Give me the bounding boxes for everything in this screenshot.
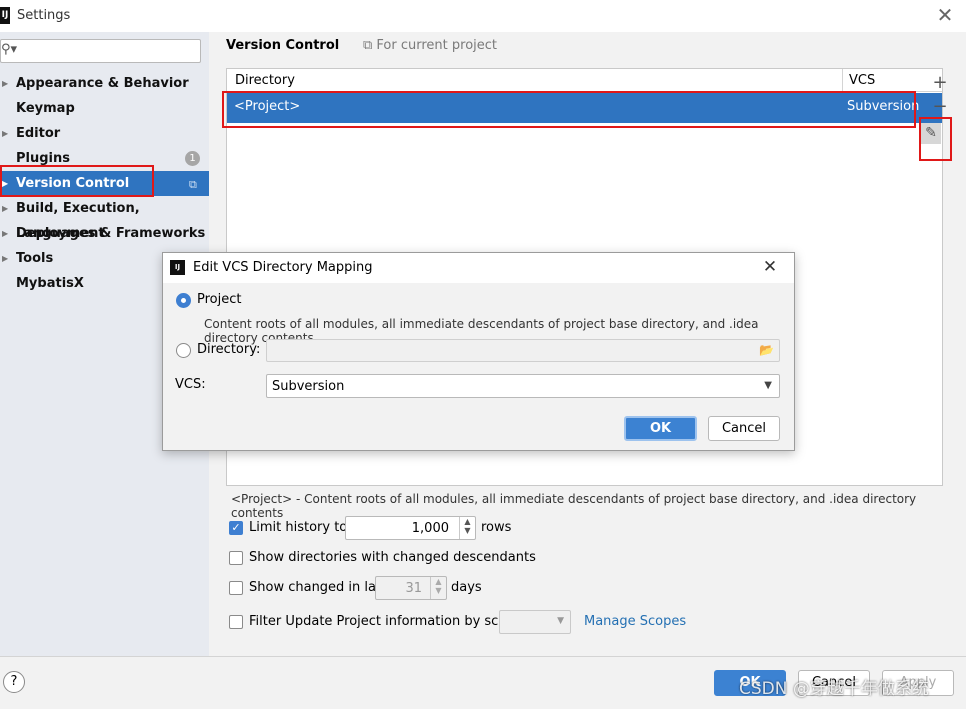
directory-radio[interactable] — [176, 343, 191, 358]
project-radio[interactable] — [176, 293, 191, 308]
scope-note: ⧉ For current project — [363, 38, 498, 53]
intellij-app-icon: IJ — [0, 7, 10, 24]
filter-update-label: Filter Update Project information by sco… — [249, 614, 523, 629]
chevron-right-icon: ▶ — [2, 79, 9, 88]
vcs-label: VCS: — [175, 377, 206, 392]
sidebar-item-languages-frameworks[interactable]: ▶ Languages & Frameworks — [0, 221, 209, 246]
scope-select[interactable]: ▼ — [499, 610, 571, 634]
sidebar-item-plugins[interactable]: Plugins 1 — [0, 146, 209, 171]
dialog-title: Edit VCS Directory Mapping — [193, 260, 373, 275]
edit-vcs-mapping-dialog: IJ Edit VCS Directory Mapping ✕ Project … — [162, 252, 795, 451]
show-changed-label: Show changed in last — [249, 580, 388, 595]
limit-history-stepper[interactable]: 1,000 ▲ ▼ — [345, 516, 476, 540]
window-titlebar: IJ Settings ✕ — [0, 0, 966, 32]
help-button[interactable]: ? — [3, 671, 25, 693]
dialog-close-button[interactable]: ✕ — [760, 256, 780, 278]
settings-search-input[interactable]: ⚲▾ — [0, 39, 201, 63]
chevron-right-icon: ▶ — [2, 204, 9, 213]
directory-path-input[interactable]: 📂 — [266, 339, 780, 362]
show-changed-days-stepper[interactable]: 31 ▲ ▼ — [375, 576, 447, 600]
edit-mapping-button[interactable]: ✎ — [921, 123, 941, 144]
column-header-directory[interactable]: Directory — [235, 73, 295, 88]
dialog-cancel-button[interactable]: Cancel — [708, 416, 780, 441]
chevron-down-icon: ▼ — [764, 380, 772, 391]
project-scope-icon: ⧉ — [363, 38, 377, 53]
chevron-right-icon: ▶ — [2, 254, 9, 263]
mapping-description: <Project> - Content roots of all modules… — [231, 492, 917, 520]
column-separator — [842, 69, 843, 91]
sidebar-item-keymap[interactable]: Keymap — [0, 96, 209, 121]
column-header-vcs[interactable]: VCS — [849, 73, 875, 88]
stepper-arrows-icon[interactable]: ▲ ▼ — [430, 577, 446, 599]
show-changed-checkbox[interactable] — [229, 581, 243, 595]
chevron-right-icon: ▶ — [2, 129, 9, 138]
chevron-down-icon: ▼ — [557, 616, 564, 626]
limit-history-checkbox[interactable]: ✓ — [229, 521, 243, 535]
sidebar-item-editor[interactable]: ▶ Editor — [0, 121, 209, 146]
dialog-ok-button[interactable]: OK — [624, 416, 697, 441]
chevron-right-icon: ▶ — [2, 229, 9, 238]
project-radio-label: Project — [197, 292, 242, 307]
add-mapping-button[interactable]: + — [929, 72, 951, 94]
directory-radio-label: Directory: — [197, 342, 261, 357]
folder-icon[interactable]: 📂 — [759, 343, 774, 357]
manage-scopes-link[interactable]: Manage Scopes — [584, 614, 686, 629]
days-suffix: days — [451, 580, 482, 595]
search-icon: ⚲▾ — [1, 42, 18, 57]
window-title: Settings — [17, 8, 71, 23]
intellij-app-icon: IJ — [170, 260, 185, 275]
remove-mapping-button[interactable]: − — [929, 96, 951, 118]
plugins-update-badge: 1 — [185, 151, 200, 166]
csdn-watermark: CSDN @穿越千年做系统 — [739, 679, 929, 699]
dialog-titlebar: IJ Edit VCS Directory Mapping ✕ — [163, 253, 794, 283]
vcs-select[interactable]: Subversion ▼ — [266, 374, 780, 398]
show-dirs-checkbox[interactable] — [229, 551, 243, 565]
show-dirs-label: Show directories with changed descendant… — [249, 550, 536, 565]
row-vcs: Subversion — [847, 99, 920, 114]
limit-history-label: Limit history to: — [249, 520, 352, 535]
filter-update-checkbox[interactable] — [229, 615, 243, 629]
rows-suffix: rows — [481, 520, 512, 535]
header-divider — [227, 91, 942, 92]
window-close-button[interactable]: ✕ — [934, 3, 956, 27]
pencil-icon: ✎ — [925, 125, 937, 141]
sidebar-item-appearance-behavior[interactable]: ▶ Appearance & Behavior — [0, 71, 209, 96]
chevron-right-icon: ▶ — [2, 179, 9, 188]
stepper-arrows-icon[interactable]: ▲ ▼ — [459, 517, 475, 539]
project-scope-icon: ⧉ — [189, 178, 197, 191]
sidebar-item-build-execution-deployment[interactable]: ▶ Build, Execution, Deployment — [0, 196, 209, 241]
row-directory: <Project> — [234, 99, 301, 114]
page-title: Version Control — [226, 38, 340, 53]
table-row[interactable]: <Project> Subversion — [227, 93, 942, 123]
sidebar-item-version-control[interactable]: ▶ Version Control ⧉ — [0, 171, 209, 196]
